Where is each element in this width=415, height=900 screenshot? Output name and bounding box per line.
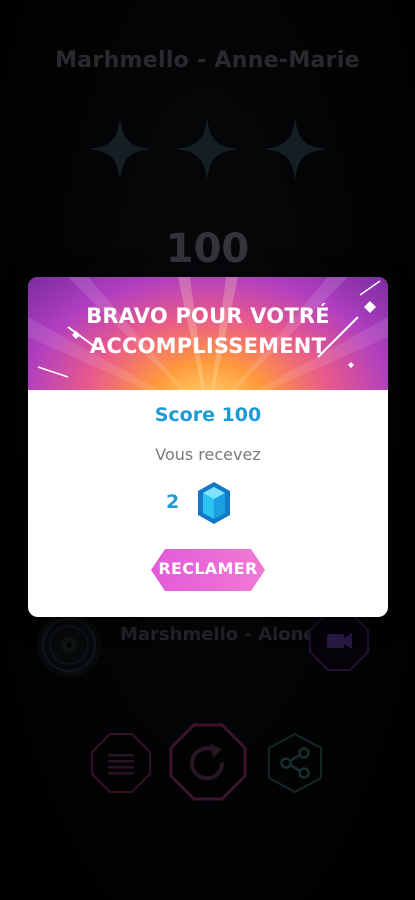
claim-label: RECLAMER <box>158 559 258 578</box>
blue-gem-icon <box>198 482 230 524</box>
modal-title-line1: BRAVO POUR VOTRÉ <box>86 304 330 328</box>
reward-row: 2 <box>28 477 388 527</box>
modal-header: BRAVO POUR VOTRÉ ACCOMPLISSEMENT <box>28 277 388 390</box>
modal-title: BRAVO POUR VOTRÉ ACCOMPLISSEMENT <box>28 301 388 361</box>
modal-title-line2: ACCOMPLISSEMENT <box>89 334 327 358</box>
game-result-screen: Marhmello - Anne-Marie 100 Marshmello - … <box>0 0 415 900</box>
claim-button[interactable]: RECLAMER <box>151 549 265 591</box>
reward-count: 2 <box>166 491 180 513</box>
modal-score: Score 100 <box>154 404 262 426</box>
reward-modal: BRAVO POUR VOTRÉ ACCOMPLISSEMENT Score 1… <box>28 277 388 617</box>
receive-label: Vous recevez <box>155 445 261 464</box>
